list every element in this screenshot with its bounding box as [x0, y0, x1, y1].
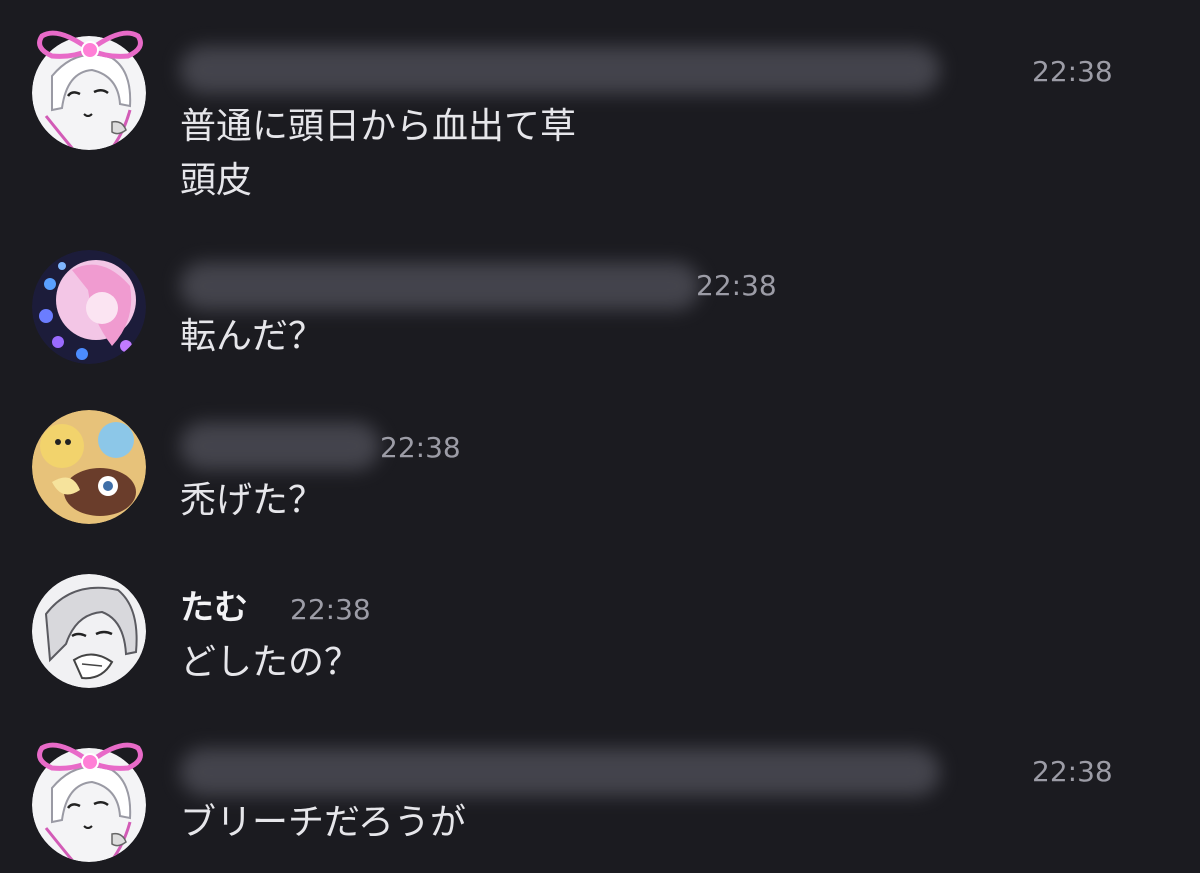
chat-message-list: 22:38 普通に頭日から血出て草 頭皮 22:38 転んだ？ 22:38 禿げ… — [0, 0, 1200, 873]
message-text: 禿げた？ — [180, 480, 325, 521]
author-name-redacted[interactable] — [180, 422, 380, 470]
author-name-redacted[interactable] — [180, 46, 940, 94]
message-timestamp: 22:38 — [380, 431, 461, 464]
avatar[interactable] — [32, 250, 146, 364]
message-text: どしたの？ — [180, 642, 361, 683]
avatar[interactable] — [32, 574, 146, 688]
author-name[interactable]: たむ — [180, 584, 248, 632]
avatar[interactable] — [32, 410, 146, 524]
message-timestamp: 22:38 — [1032, 755, 1113, 788]
message-text: 転んだ？ — [180, 316, 325, 357]
message-text: 頭皮 — [180, 160, 253, 201]
ribbon-decoration-icon — [28, 738, 152, 788]
author-name-redacted[interactable] — [180, 262, 700, 310]
message-text: 普通に頭日から血出て草 — [180, 106, 577, 147]
message-timestamp: 22:38 — [290, 593, 371, 626]
ribbon-decoration-icon — [28, 26, 152, 76]
message-timestamp: 22:38 — [1032, 55, 1113, 88]
message-timestamp: 22:38 — [696, 269, 777, 302]
author-name-redacted[interactable] — [180, 748, 940, 796]
message-text: ブリーチだろうが — [180, 802, 466, 843]
